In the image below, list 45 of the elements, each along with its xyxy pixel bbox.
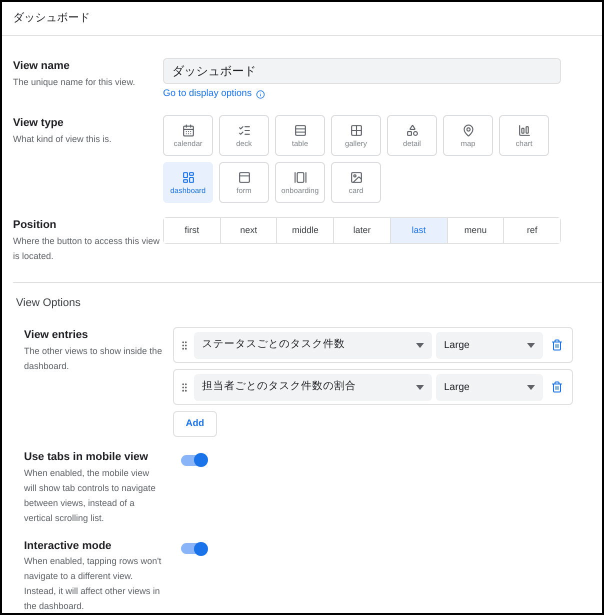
grid-icon (350, 124, 362, 137)
drag-handle-icon[interactable] (179, 382, 190, 393)
field-description: What kind of view this is. (13, 132, 113, 146)
drag-handle-icon[interactable] (179, 340, 190, 351)
display-options-link[interactable]: Go to display options (163, 87, 252, 102)
name-field[interactable]: ダッシュボード (163, 58, 561, 84)
field-label: Use tabs in mobile view (24, 450, 150, 466)
delete-icon[interactable] (551, 339, 563, 352)
caret-icon (416, 384, 424, 390)
list-icon (238, 124, 250, 137)
position-option[interactable]: last (390, 218, 448, 244)
shapes-icon (406, 124, 418, 137)
view-dropdown[interactable]: 担当者ごとのタスク件数の割合 (194, 374, 432, 401)
add-button[interactable]: Add (173, 411, 217, 438)
section-title: View Options (16, 296, 82, 311)
page-title: ダッシュボード (13, 10, 90, 26)
field-description: The other views to show inside the dashboard. (24, 344, 164, 373)
field-label: View type (13, 116, 65, 132)
calendar-icon (182, 124, 194, 137)
toggle-switch[interactable] (181, 540, 209, 558)
map-pin-icon (462, 124, 474, 137)
toggle-switch[interactable] (181, 451, 209, 470)
field-label: Interactive mode (24, 538, 112, 554)
field-description: The unique name for this view. (13, 76, 136, 89)
bar-chart-icon (518, 124, 530, 137)
field-label: View name (13, 59, 71, 74)
carousel-icon (294, 171, 306, 184)
field-label: View entries (24, 328, 89, 344)
info-icon (256, 90, 265, 99)
position-option[interactable]: first (164, 218, 221, 244)
image-icon (350, 171, 362, 184)
form-icon (238, 171, 250, 184)
field-label: Position (13, 218, 58, 234)
size-dropdown[interactable]: Large (436, 374, 543, 401)
field-description: When enabled, the mobile view will show tab controls to navigate between views, instead of a vertical scrolling list. (24, 466, 157, 525)
table-icon (294, 124, 306, 137)
caret-icon (527, 342, 535, 348)
caret-icon (416, 342, 424, 348)
field-description: Where the button to access this view is located. (13, 234, 161, 263)
field-description: When enabled, tapping rows won't navigate to a different view. Instead, it will affect other views in the dashboard. (24, 555, 162, 613)
delete-icon[interactable] (551, 381, 563, 394)
view-dropdown[interactable]: ステータスごとのタスク件数 (194, 332, 432, 359)
size-dropdown[interactable]: Large (436, 332, 543, 359)
caret-icon (527, 384, 535, 390)
dashboard-icon (182, 171, 194, 184)
